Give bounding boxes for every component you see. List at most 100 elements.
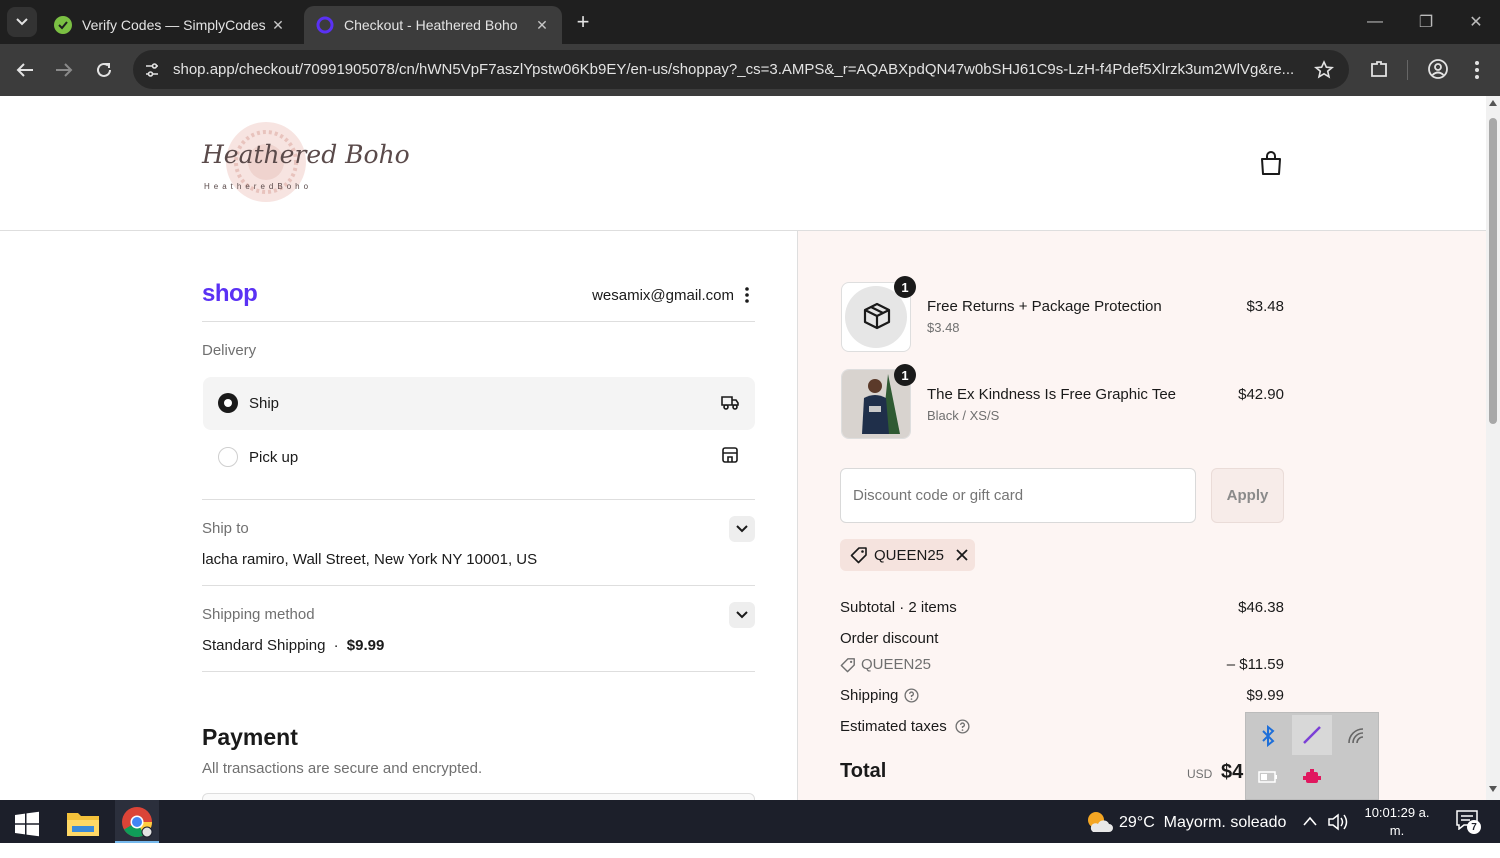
- bookmark-star-icon[interactable]: [1314, 60, 1334, 80]
- divider: [202, 321, 755, 322]
- volume-icon[interactable]: [1327, 812, 1349, 832]
- tag-icon: [840, 657, 855, 672]
- ship-to-address: lacha ramiro, Wall Street, New York NY 1…: [202, 551, 538, 568]
- extensions-icon[interactable]: [1369, 59, 1389, 79]
- reload-button[interactable]: [88, 54, 120, 86]
- discount-code-input[interactable]: [840, 468, 1196, 523]
- chrome-icon: [122, 807, 153, 838]
- page-scrollbar[interactable]: [1486, 96, 1500, 800]
- item-variant: Black / XS/S: [927, 408, 1000, 423]
- tray-item-pen[interactable]: [1292, 715, 1332, 755]
- restore-icon[interactable]: ❐: [1411, 8, 1441, 36]
- shipping-method-label: Shipping method: [202, 606, 315, 623]
- help-icon[interactable]: [904, 688, 919, 703]
- shipping-row: Shipping: [840, 687, 919, 704]
- toolbar-divider: [1407, 60, 1408, 80]
- delivery-option-ship[interactable]: Ship: [203, 377, 755, 430]
- shop-pay-brand: shop: [202, 280, 258, 307]
- shop-favicon-icon: [316, 16, 334, 34]
- ship-to-label: Ship to: [202, 520, 249, 537]
- item-quantity-badge: 1: [894, 364, 916, 386]
- logo-sub-text: HeatheredBoho: [204, 182, 313, 191]
- file-explorer-icon[interactable]: [66, 809, 100, 837]
- shopping-bag-icon[interactable]: [1259, 150, 1283, 176]
- close-tab-icon[interactable]: ✕: [532, 15, 552, 35]
- site-settings-icon[interactable]: [144, 62, 160, 78]
- shipping-method-expand-button[interactable]: [729, 602, 755, 628]
- remove-discount-icon[interactable]: [956, 549, 968, 561]
- clock[interactable]: 10:01:29 a. m. 20/11/2025: [1356, 804, 1438, 858]
- ship-to-expand-button[interactable]: [729, 516, 755, 542]
- radio-unselected[interactable]: [218, 447, 238, 467]
- tab-search-button[interactable]: [7, 7, 37, 37]
- delivery-option-label: Pick up: [249, 449, 299, 466]
- divider: [202, 671, 755, 672]
- delivery-heading: Delivery: [202, 342, 257, 359]
- order-discount-code: QUEEN25: [840, 656, 931, 673]
- item-quantity-badge: 1: [894, 276, 916, 298]
- separator: ·: [333, 637, 339, 654]
- url-text: shop.app/checkout/70991905078/cn/hWN5VpF…: [173, 61, 1295, 78]
- scroll-up-arrow-icon[interactable]: [1489, 100, 1497, 106]
- subtotal-label: Subtotal · 2 items: [840, 599, 957, 616]
- profile-icon[interactable]: [1427, 58, 1449, 80]
- radio-selected[interactable]: [218, 393, 238, 413]
- payment-method-box[interactable]: [202, 793, 755, 800]
- notifications-button[interactable]: 7: [1456, 810, 1481, 834]
- store-header: Heathered Boho HeatheredBoho: [0, 96, 1486, 231]
- taxes-label: Estimated taxes: [840, 718, 947, 735]
- subtotal-value: $46.38: [1238, 599, 1284, 616]
- tab-title: Verify Codes — SimplyCodes: [82, 17, 266, 33]
- app-tray-icon[interactable]: [1302, 767, 1322, 787]
- apply-button[interactable]: Apply: [1211, 468, 1284, 523]
- logo-script-text: Heathered Boho: [202, 140, 410, 169]
- pen-icon: [1303, 726, 1321, 744]
- close-tab-icon[interactable]: ✕: [268, 15, 288, 35]
- network-icon[interactable]: [1347, 727, 1367, 745]
- battery-icon[interactable]: [1258, 771, 1278, 783]
- chevron-down-icon: [736, 611, 748, 619]
- payment-note: All transactions are secure and encrypte…: [202, 760, 483, 777]
- chevron-down-icon: [16, 18, 28, 26]
- more-vertical-icon[interactable]: [1474, 60, 1480, 80]
- item-price: $42.90: [1238, 386, 1284, 403]
- arrow-left-icon: [16, 63, 33, 77]
- delivery-option-pickup[interactable]: Pick up: [203, 432, 755, 482]
- scroll-down-arrow-icon[interactable]: [1489, 786, 1497, 792]
- store-logo[interactable]: Heathered Boho HeatheredBoho: [200, 118, 410, 208]
- total-value: $4: [1221, 761, 1244, 783]
- store-icon: [722, 447, 738, 463]
- tab-simplycodes[interactable]: Verify Codes — SimplyCodes ✕: [42, 6, 298, 44]
- item-name: Free Returns + Package Protection: [927, 298, 1162, 315]
- help-icon[interactable]: [955, 719, 970, 734]
- address-bar[interactable]: shop.app/checkout/70991905078/cn/hWN5VpF…: [133, 50, 1349, 89]
- new-tab-button[interactable]: +: [570, 9, 596, 35]
- account-menu-icon[interactable]: [744, 286, 750, 304]
- currency-code: USD: [1187, 767, 1213, 781]
- tab-checkout[interactable]: Checkout - Heathered Boho ✕: [304, 6, 562, 44]
- bluetooth-icon[interactable]: [1259, 725, 1277, 747]
- forward-button[interactable]: [48, 54, 80, 86]
- weather-text[interactable]: 29°C Mayorm. soleado: [1119, 814, 1286, 832]
- tag-icon: [850, 547, 867, 564]
- applied-code-text: QUEEN25: [874, 546, 945, 564]
- shipping-method-value: Standard Shipping · $9.99: [202, 637, 384, 654]
- item-variant: $3.48: [927, 320, 960, 335]
- notification-count-badge: 7: [1467, 820, 1481, 834]
- chevron-up-icon[interactable]: [1303, 816, 1317, 826]
- weather-cloud-sun-icon[interactable]: [1085, 810, 1113, 834]
- shipping-label: Shipping: [840, 687, 899, 704]
- back-button[interactable]: [9, 54, 41, 86]
- payment-heading: Payment: [202, 724, 298, 750]
- taskbar-chrome-button[interactable]: [115, 800, 159, 843]
- order-discount-label: Order discount: [840, 630, 939, 647]
- tab-title: Checkout - Heathered Boho: [344, 17, 518, 33]
- close-window-icon[interactable]: ✕: [1461, 8, 1491, 36]
- scrollbar-thumb[interactable]: [1489, 118, 1497, 424]
- simplycodes-favicon-icon: [54, 16, 72, 34]
- minimize-icon[interactable]: —: [1360, 8, 1390, 36]
- tray-overflow-panel: [1245, 712, 1379, 800]
- reload-icon: [97, 62, 111, 77]
- windows-start-icon[interactable]: [14, 811, 40, 837]
- clock-time: 10:01:29 a. m.: [1364, 805, 1430, 838]
